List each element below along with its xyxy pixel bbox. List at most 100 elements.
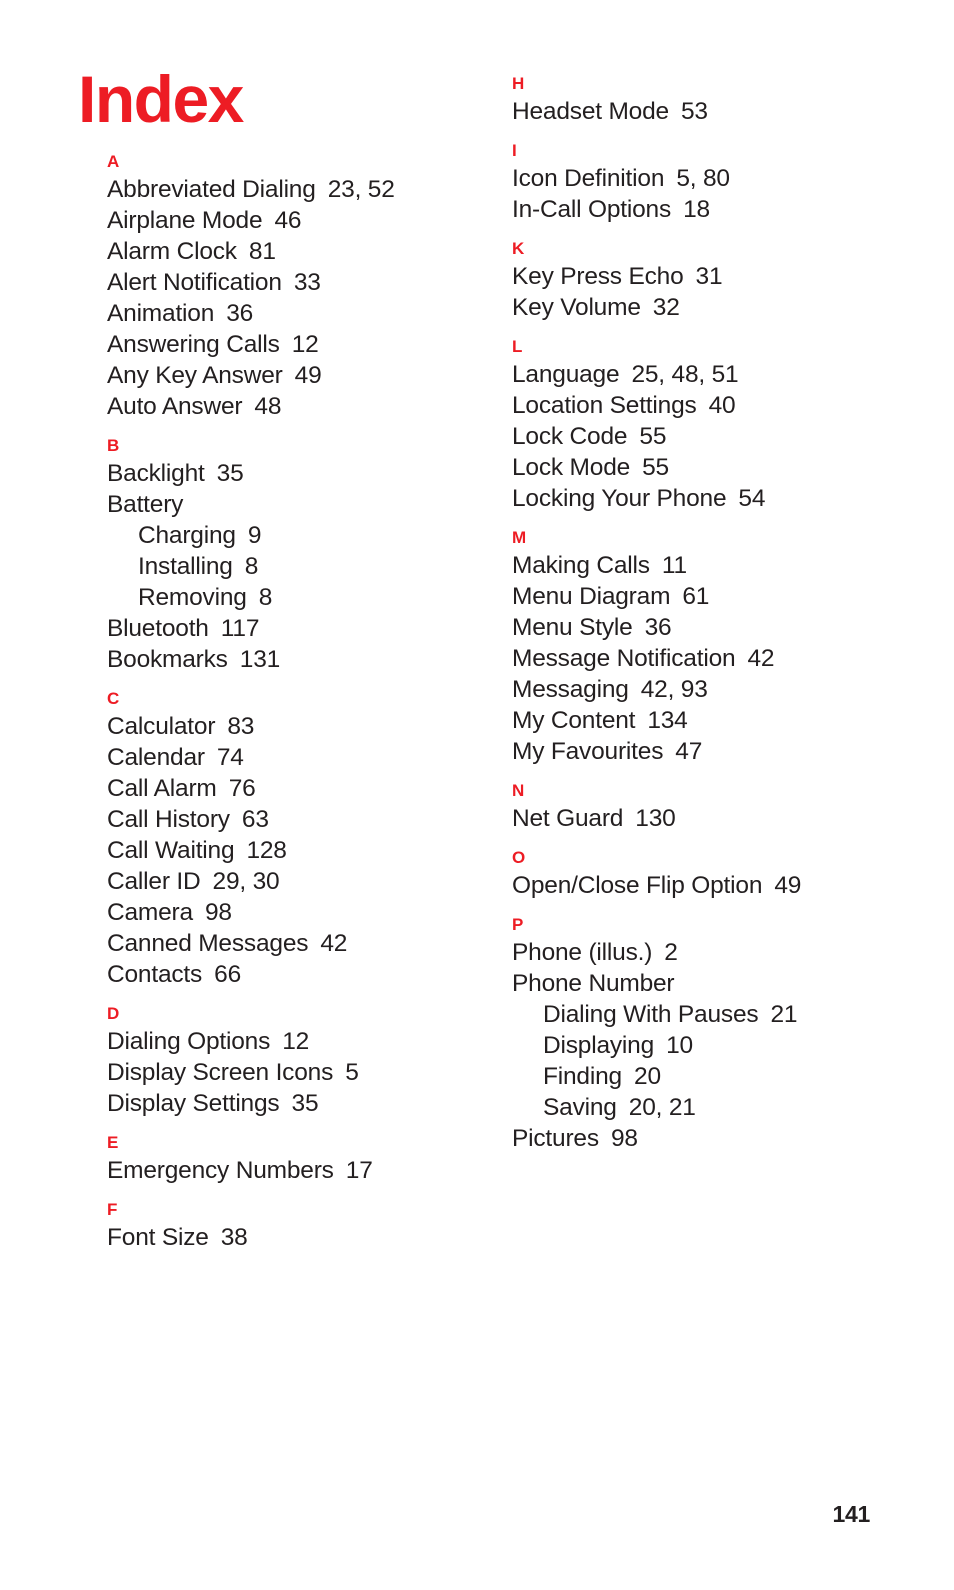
index-entry[interactable]: Abbreviated Dialing 23, 52 bbox=[107, 174, 487, 205]
section-letter: F bbox=[107, 1200, 118, 1219]
index-entry-pages: 23, 52 bbox=[315, 176, 395, 203]
index-entry-pages: 18 bbox=[671, 196, 710, 223]
index-entry-pages: 32 bbox=[640, 294, 680, 321]
index-entry-pages: 42 bbox=[735, 645, 775, 672]
index-subentry[interactable]: Displaying 10 bbox=[512, 1030, 892, 1061]
index-entry-pages: 74 bbox=[204, 744, 244, 771]
index-entry[interactable]: Phone Number bbox=[512, 968, 892, 999]
index-entry[interactable]: Call Waiting 128 bbox=[107, 835, 487, 866]
index-entry[interactable]: Font Size 38 bbox=[107, 1222, 487, 1253]
index-entry[interactable]: My Favourites 47 bbox=[512, 736, 892, 767]
section-letter: C bbox=[107, 689, 120, 708]
index-entry-term: Backlight bbox=[107, 460, 205, 487]
index-entry[interactable]: My Content 134 bbox=[512, 705, 892, 736]
index-entry-term: Alarm Clock bbox=[107, 238, 237, 265]
index-section-l: L Language 25, 48, 51 Location Settings 40… bbox=[512, 337, 892, 514]
index-entry[interactable]: Camera 98 bbox=[107, 897, 487, 928]
index-entry-term: Key Press Echo bbox=[512, 263, 684, 290]
index-entry-pages: 12 bbox=[270, 1028, 310, 1055]
index-entry-term: Key Volume bbox=[512, 294, 641, 321]
index-entry-term: Saving bbox=[543, 1094, 617, 1121]
index-entry-pages: 55 bbox=[630, 454, 669, 481]
index-entry-pages: 35 bbox=[204, 460, 244, 487]
index-entry[interactable]: Locking Your Phone 54 bbox=[512, 483, 892, 514]
index-entry[interactable]: Phone (illus.) 2 bbox=[512, 937, 892, 968]
section-letter: P bbox=[512, 915, 524, 934]
index-section-d: D Dialing Options 12 Display Screen Icons … bbox=[107, 1004, 487, 1119]
index-column-left: A Abbreviated Dialing 23, 52 Airplane Mode… bbox=[107, 152, 487, 1253]
index-entry[interactable]: Icon Definition 5, 80 bbox=[512, 163, 892, 194]
index-entry[interactable]: Contacts 66 bbox=[107, 959, 487, 990]
index-section-i: I Icon Definition 5, 80 In-Call Options 18 bbox=[512, 141, 892, 225]
index-entry-term: Locking Your Phone bbox=[512, 485, 727, 512]
index-entry[interactable]: Backlight 35 bbox=[107, 458, 487, 489]
index-entry-term: Dialing With Pauses bbox=[543, 1001, 759, 1028]
index-entry[interactable]: Language 25, 48, 51 bbox=[512, 359, 892, 390]
index-entry[interactable]: Key Volume 32 bbox=[512, 292, 892, 323]
index-section-o: O Open/Close Flip Option 49 bbox=[512, 848, 892, 901]
index-entry[interactable]: Caller ID 29, 30 bbox=[107, 866, 487, 897]
index-entry[interactable]: Lock Code 55 bbox=[512, 421, 892, 452]
index-entry-pages: 8 bbox=[232, 553, 259, 580]
index-entry-list: Making Calls 11 Menu Diagram 61 Menu Style… bbox=[512, 550, 892, 767]
index-entry-term: Call History bbox=[107, 806, 230, 833]
index-entry[interactable]: Auto Answer 48 bbox=[107, 391, 487, 422]
index-entry-list: Calculator 83 Calendar 74 Call Alarm 76 Cal… bbox=[107, 711, 487, 990]
index-subentry[interactable]: Finding 20 bbox=[512, 1061, 892, 1092]
index-entry[interactable]: Canned Messages 42 bbox=[107, 928, 487, 959]
index-subentry[interactable]: Saving 20, 21 bbox=[512, 1092, 892, 1123]
index-entry[interactable]: Calculator 83 bbox=[107, 711, 487, 742]
index-entry-pages: 98 bbox=[192, 899, 232, 926]
index-entry-pages: 66 bbox=[202, 961, 241, 988]
index-entry[interactable]: Call Alarm 76 bbox=[107, 773, 487, 804]
section-letter: K bbox=[512, 239, 525, 258]
index-entry[interactable]: Location Settings 40 bbox=[512, 390, 892, 421]
index-section-p: P Phone (illus.) 2 Phone Number Dialing Wit… bbox=[512, 915, 892, 1154]
index-entry-term: Phone Number bbox=[512, 970, 675, 997]
index-entry-pages: 36 bbox=[214, 300, 254, 327]
index-entry[interactable]: Lock Mode 55 bbox=[512, 452, 892, 483]
index-entry[interactable]: Emergency Numbers 17 bbox=[107, 1155, 487, 1186]
index-entry[interactable]: Headset Mode 53 bbox=[512, 96, 892, 127]
index-entry[interactable]: Calendar 74 bbox=[107, 742, 487, 773]
index-entry[interactable]: Menu Diagram 61 bbox=[512, 581, 892, 612]
index-entry[interactable]: Message Notification 42 bbox=[512, 643, 892, 674]
index-entry[interactable]: Answering Calls 12 bbox=[107, 329, 487, 360]
index-entry[interactable]: Display Settings 35 bbox=[107, 1088, 487, 1119]
index-entry[interactable]: Key Press Echo 31 bbox=[512, 261, 892, 292]
index-entry[interactable]: Open/Close Flip Option 49 bbox=[512, 870, 892, 901]
index-subentry[interactable]: Charging 9 bbox=[107, 520, 487, 551]
index-subentry[interactable]: Dialing With Pauses 21 bbox=[512, 999, 892, 1030]
index-entry[interactable]: Bookmarks 131 bbox=[107, 644, 487, 675]
index-entry[interactable]: Any Key Answer 49 bbox=[107, 360, 487, 391]
index-entry-pages: 21 bbox=[758, 1001, 798, 1028]
section-letter: A bbox=[107, 152, 120, 171]
index-entry-term: Menu Diagram bbox=[512, 583, 671, 610]
index-entry[interactable]: Pictures 98 bbox=[512, 1123, 892, 1154]
index-entry[interactable]: Net Guard 130 bbox=[512, 803, 892, 834]
index-entry[interactable]: Call History 63 bbox=[107, 804, 487, 835]
index-subentry[interactable]: Installing 8 bbox=[107, 551, 487, 582]
index-entry[interactable]: Display Screen Icons 5 bbox=[107, 1057, 487, 1088]
index-entry[interactable]: Alert Notification 33 bbox=[107, 267, 487, 298]
index-entry[interactable]: Alarm Clock 81 bbox=[107, 236, 487, 267]
index-entry-term: Finding bbox=[543, 1063, 622, 1090]
index-entry[interactable]: Making Calls 11 bbox=[512, 550, 892, 581]
index-entry[interactable]: Dialing Options 12 bbox=[107, 1026, 487, 1057]
section-letter: L bbox=[512, 337, 523, 356]
index-entry[interactable]: Airplane Mode 46 bbox=[107, 205, 487, 236]
index-entry-pages: 17 bbox=[333, 1157, 373, 1184]
index-entry[interactable]: Animation 36 bbox=[107, 298, 487, 329]
index-entry[interactable]: In-Call Options 18 bbox=[512, 194, 892, 225]
index-entry[interactable]: Battery bbox=[107, 489, 487, 520]
index-entry[interactable]: Bluetooth 117 bbox=[107, 613, 487, 644]
index-entry-list: Abbreviated Dialing 23, 52 Airplane Mode … bbox=[107, 174, 487, 422]
index-entry-pages: 46 bbox=[262, 207, 302, 234]
index-entry-pages: 29, 30 bbox=[200, 868, 280, 895]
index-subentry[interactable]: Removing 8 bbox=[107, 582, 487, 613]
index-entry-pages: 76 bbox=[216, 775, 256, 802]
index-entry-term: Installing bbox=[138, 553, 233, 580]
index-entry[interactable]: Messaging 42, 93 bbox=[512, 674, 892, 705]
index-entry-term: Contacts bbox=[107, 961, 203, 988]
index-entry[interactable]: Menu Style 36 bbox=[512, 612, 892, 643]
